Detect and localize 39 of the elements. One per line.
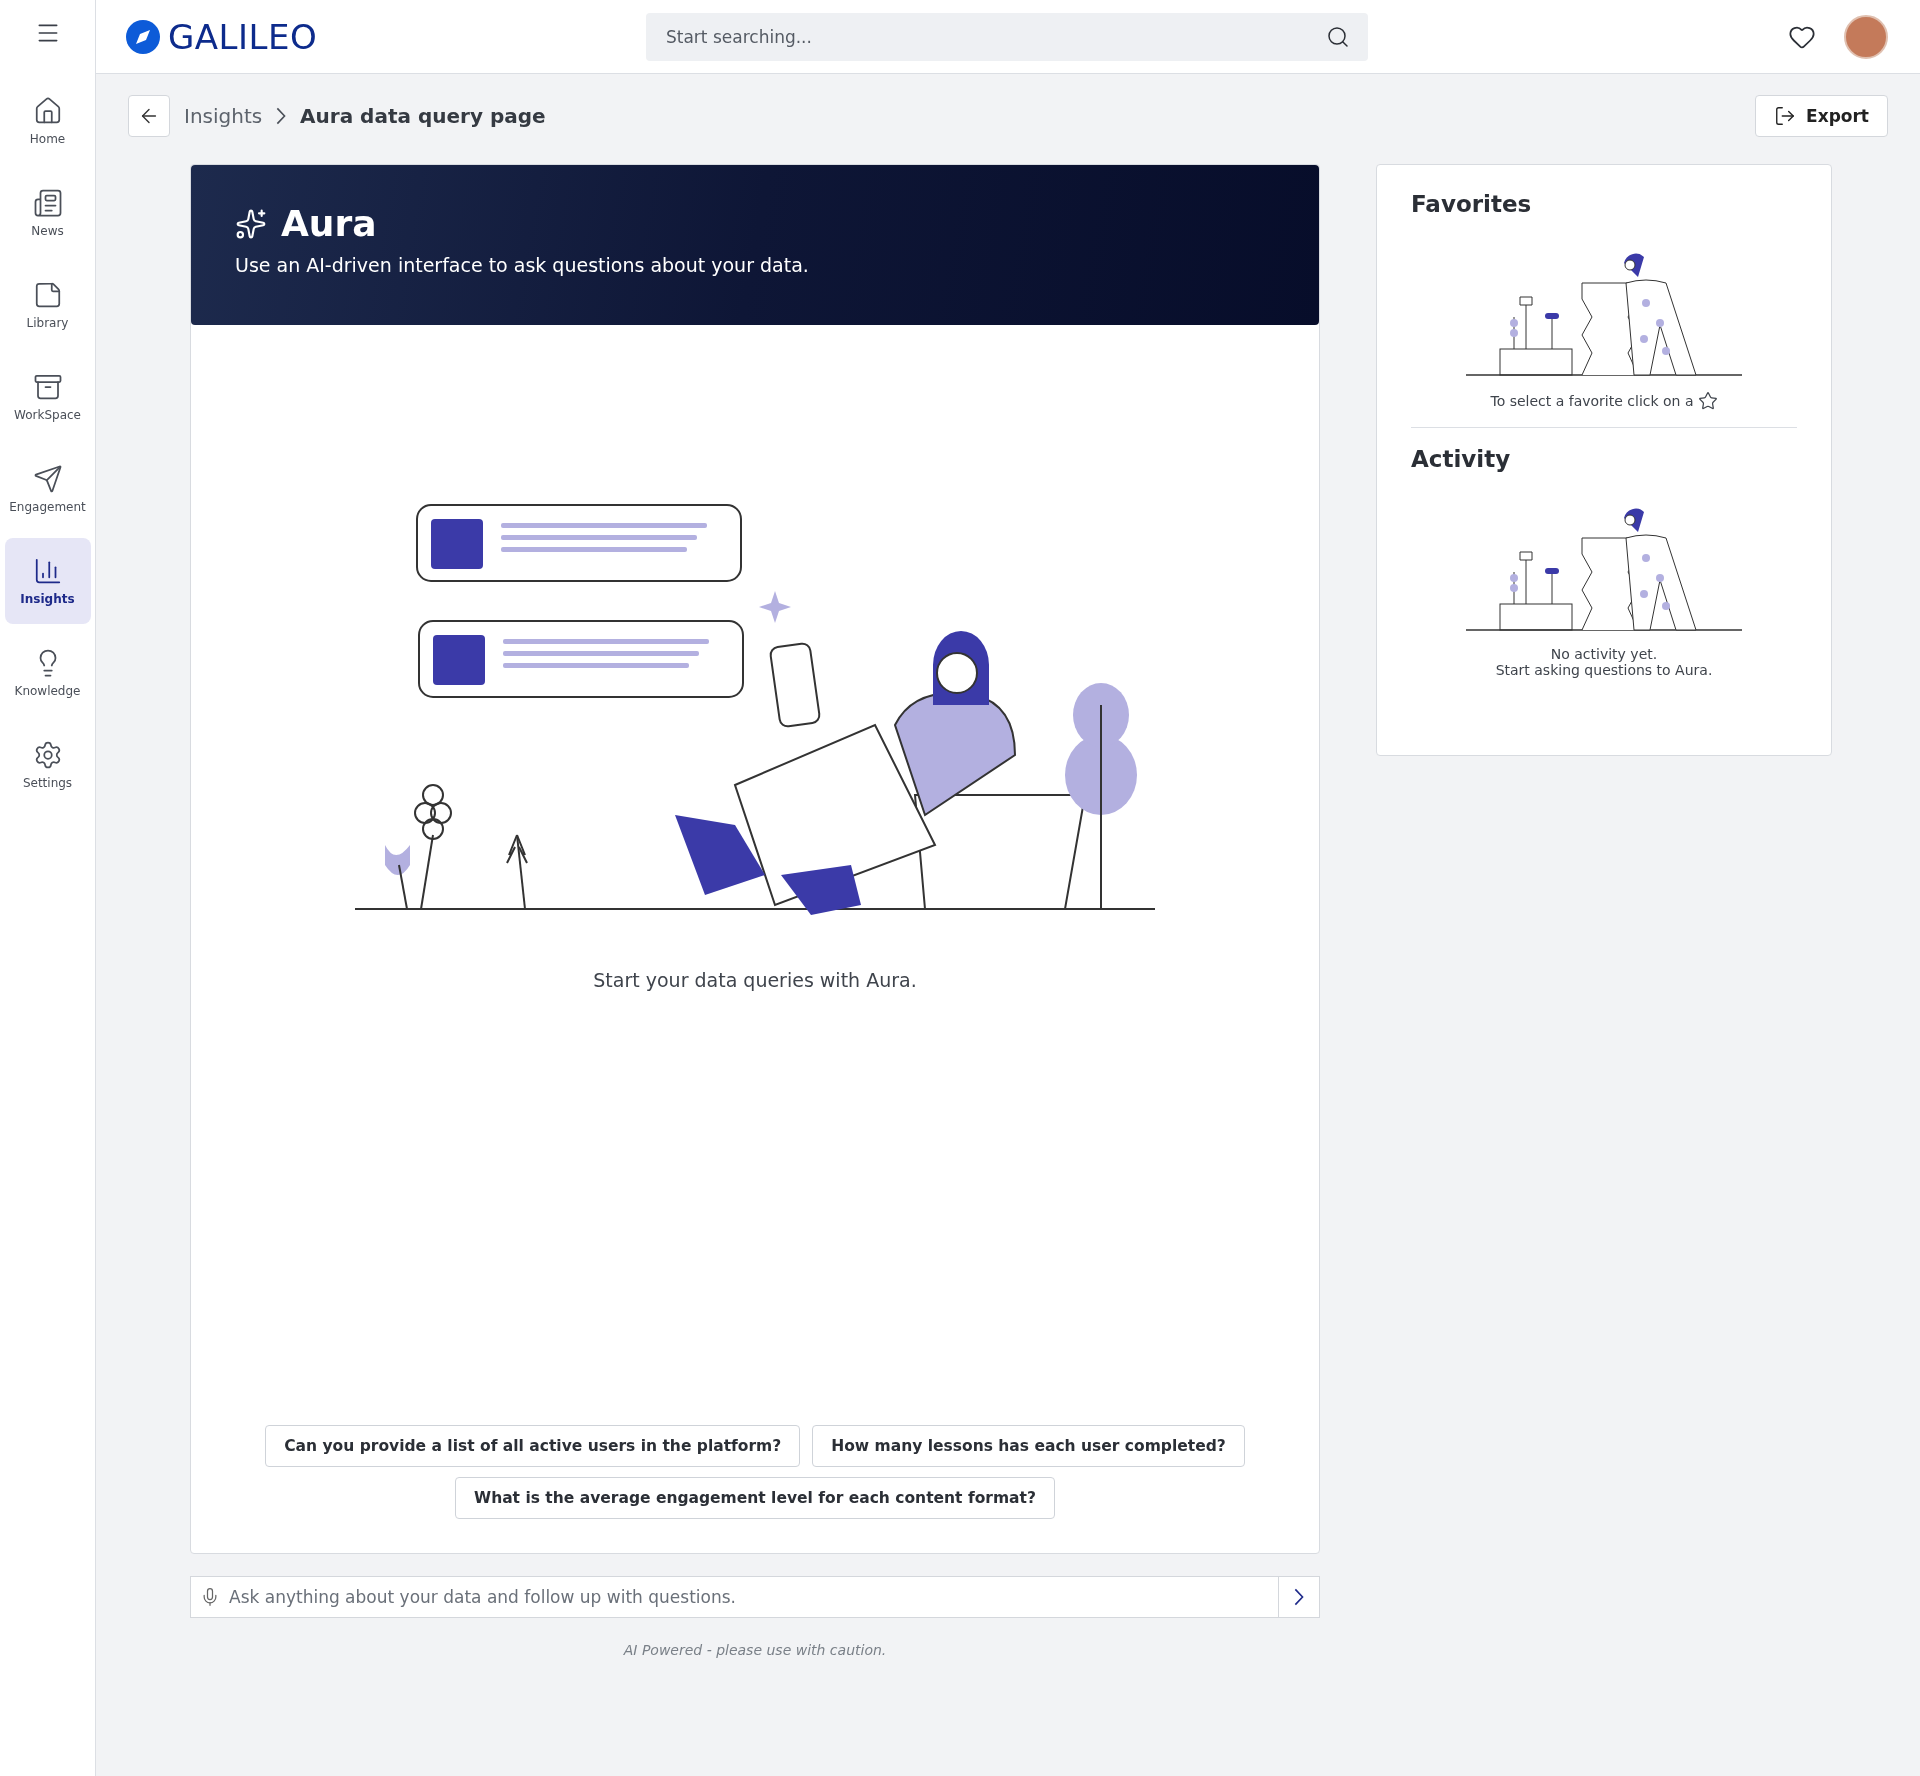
folder-icon <box>32 372 63 402</box>
brand-name: GALILEO <box>168 16 318 57</box>
favorites-hint: To select a favorite click on a <box>1490 393 1694 409</box>
avatar[interactable] <box>1844 14 1888 59</box>
chevron-icon <box>276 107 287 125</box>
activity-title: Activity <box>1411 446 1512 472</box>
empty-state-message: Start your data queries with Aura. <box>593 969 917 991</box>
sidebar-item[interactable]: WorkSpace <box>4 354 91 440</box>
breadcrumb-link[interactable]: Aura data query page <box>300 104 546 128</box>
search-icon <box>1326 24 1350 49</box>
newspaper-icon <box>32 188 63 218</box>
paper-plane-icon <box>32 464 63 494</box>
back-button[interactable] <box>128 95 170 137</box>
sidebar-item[interactable]: Knowledge <box>4 630 91 716</box>
compass-logo-icon <box>126 19 160 54</box>
sidebar-item[interactable]: Library <box>4 262 91 348</box>
send-button[interactable] <box>1278 1576 1320 1618</box>
sparkles-icon <box>235 207 267 240</box>
star-icon <box>1697 391 1718 411</box>
export-button[interactable]: Export <box>1755 95 1888 137</box>
chevron-icon <box>1294 1588 1304 1606</box>
hero-subtitle: Use an AI-driven interface to ask questions about your data. <box>235 254 810 276</box>
favorites-title: Favorites <box>1411 191 1533 217</box>
search-field[interactable]: Start searching... <box>646 12 1368 61</box>
sidebar-item[interactable]: Settings <box>4 722 91 808</box>
suggestion-chip[interactable]: Can you provide a list of all active users in the platform? <box>265 1425 801 1467</box>
suggestion-chip[interactable]: How many lessons has each user completed? <box>812 1425 1245 1467</box>
sidebar-item[interactable]: Home <box>4 78 91 164</box>
sidebar-item[interactable]: Engagement <box>4 446 91 532</box>
activity-text: Start asking questions to Aura. <box>1494 662 1714 678</box>
sidebar-item[interactable]: News <box>4 170 91 256</box>
query-input-field[interactable]: Ask anything about your data and follow up with questions. <box>190 1576 1278 1618</box>
breadcrumb-link[interactable]: Insights <box>184 104 263 128</box>
suggestion-chip[interactable]: What is the average engagement level for each content format? <box>455 1477 1055 1519</box>
hero-title: Aura <box>281 203 377 244</box>
sidebar-item[interactable]: Insights <box>4 538 91 624</box>
export-icon <box>1774 105 1797 127</box>
activity-text: No activity yet. <box>1549 646 1659 662</box>
disclaimer-text: AI Powered - please use with caution. <box>622 1642 888 1658</box>
